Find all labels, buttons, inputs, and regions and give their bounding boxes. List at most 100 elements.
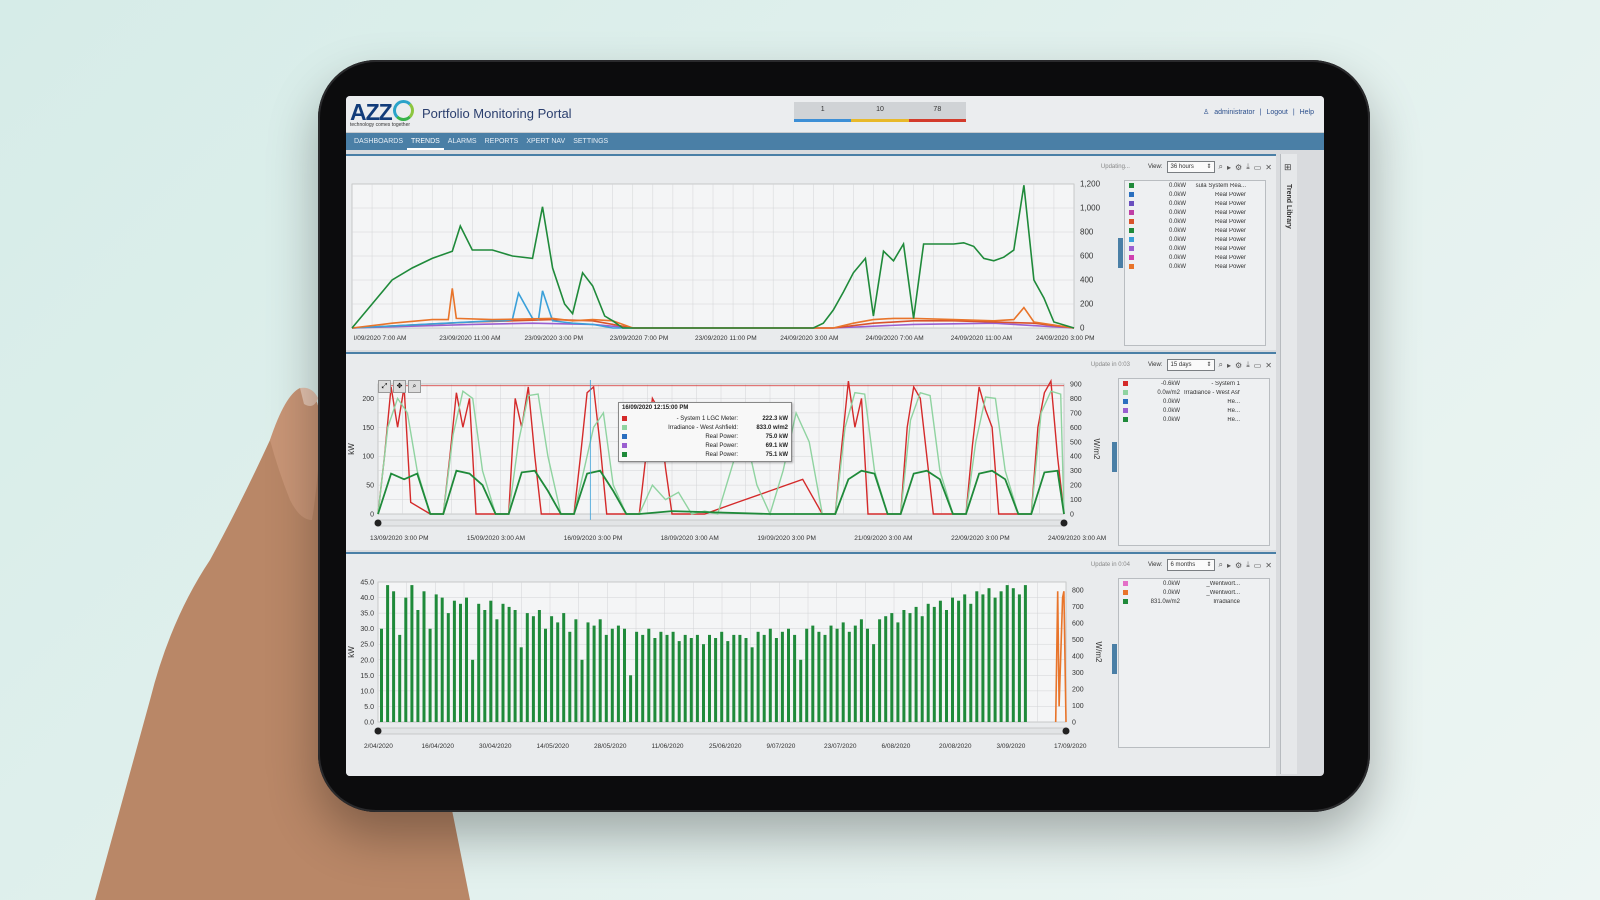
pan-icon[interactable]: ✥: [393, 380, 406, 393]
irradiance-bar: [568, 631, 572, 722]
irradiance-bar: [586, 622, 590, 722]
irradiance-bar: [629, 675, 633, 722]
legend-name: Irradiance: [1213, 598, 1240, 605]
view-select[interactable]: 6 months: [1166, 559, 1215, 571]
close-icon[interactable]: ✕: [1265, 361, 1272, 370]
irradiance-bar: [847, 631, 851, 722]
legend-swatch: [1123, 599, 1128, 604]
view-label: View:: [1147, 562, 1163, 568]
legend-row[interactable]: 0.0kW Real Power: [1125, 253, 1265, 262]
help-link[interactable]: Help: [1300, 109, 1314, 116]
legend-name: Re...: [1227, 398, 1240, 405]
legend-row[interactable]: 0.0kW Real Power: [1125, 262, 1265, 271]
panel-toolbar: Update in 0:03 View: 15 days ⌕ ▸ ⚙ ⤓ ▭ ✕: [1091, 358, 1272, 372]
legend-name: Real Power: [1214, 218, 1246, 225]
legend-swatch: [1129, 228, 1134, 233]
zoom-icon[interactable]: ⌕: [1219, 560, 1223, 570]
legend-row[interactable]: 831.0w/m2 Irradiance: [1119, 597, 1269, 606]
settings-icon[interactable]: ⚙: [1235, 163, 1242, 172]
settings-icon[interactable]: ⚙: [1235, 361, 1242, 370]
y2-tick-label: 100: [1072, 703, 1084, 710]
legend-row[interactable]: 0.0kW Real Power: [1125, 199, 1265, 208]
fit-icon[interactable]: ⤢: [378, 380, 391, 393]
irradiance-bar: [829, 625, 833, 722]
legend-row[interactable]: 0.0kW Real Power: [1125, 208, 1265, 217]
legend-row[interactable]: 0.0kW _Wentwort...: [1119, 579, 1269, 588]
download-icon[interactable]: ⤓: [1246, 560, 1250, 570]
legend-row[interactable]: 0.0kW Real Power: [1125, 226, 1265, 235]
counter-blue[interactable]: 1: [794, 102, 852, 122]
nav-trends[interactable]: TRENDS: [407, 133, 444, 150]
download-icon[interactable]: ⤓: [1246, 360, 1250, 370]
y2-tick-label: 700: [1072, 604, 1084, 611]
legend-collapse-handle[interactable]: [1112, 442, 1117, 472]
user-link[interactable]: administrator: [1214, 109, 1254, 116]
legend-name: _Wentwort...: [1206, 580, 1240, 587]
legend-row[interactable]: 0.0kW Real Power: [1125, 244, 1265, 253]
view-label: View:: [1147, 362, 1163, 368]
tooltip-label: Real Power:: [705, 451, 738, 458]
play-icon[interactable]: ▸: [1227, 361, 1231, 370]
separator: |: [1259, 109, 1262, 116]
maximize-icon[interactable]: ▭: [1254, 361, 1262, 370]
play-icon[interactable]: ▸: [1227, 561, 1231, 570]
nav-xpert-nav[interactable]: XPERT NAV: [522, 133, 569, 150]
counter-red[interactable]: 78: [908, 102, 966, 122]
nav-alarms[interactable]: ALARMS: [444, 133, 481, 150]
logo-tagline: technology comes together: [350, 122, 411, 128]
legend-row[interactable]: 0.0kW Re...: [1119, 406, 1269, 415]
trend-chart-6m[interactable]: 45.0 40.0 35.0 30.0 25.0 20.0 15.0 10.0 5.0 0.0 80…: [346, 554, 1111, 776]
legend-row[interactable]: 0.0kW Re...: [1119, 397, 1269, 406]
nav-dashboards[interactable]: DASHBOARDS: [350, 133, 407, 150]
zoom-in-icon[interactable]: ⌕: [408, 380, 421, 393]
y-tick-label: 10.0: [360, 688, 374, 695]
view-select[interactable]: 36 hours: [1166, 161, 1215, 173]
irradiance-bar: [987, 588, 991, 722]
tooltip-label: Real Power:: [705, 442, 738, 449]
logout-link[interactable]: Logout: [1266, 109, 1287, 116]
maximize-icon[interactable]: ▭: [1254, 163, 1262, 172]
tooltip-label: - System 1 LGC Meter:: [676, 415, 738, 422]
x-tick-label: 13/09/2020 3:00 PM: [370, 535, 429, 542]
settings-icon[interactable]: ⚙: [1235, 561, 1242, 570]
legend-row[interactable]: 0.0kW Real Power: [1125, 235, 1265, 244]
legend-name: Real Power: [1214, 191, 1246, 198]
irradiance-bar: [677, 641, 681, 722]
nav-reports[interactable]: REPORTS: [481, 133, 523, 150]
zoom-icon[interactable]: ⌕: [1219, 360, 1223, 370]
maximize-icon[interactable]: ▭: [1254, 561, 1262, 570]
library-add-icon[interactable]: ⊞: [1284, 162, 1292, 173]
legend-swatch: [1123, 408, 1128, 413]
trend-library-tab[interactable]: ⊞ Trend Library: [1280, 154, 1297, 774]
x-tick-label: 30/04/2020: [479, 743, 512, 750]
nav-settings[interactable]: SETTINGS: [569, 133, 612, 150]
tooltip-row: - System 1 LGC Meter: 222.3 kW: [622, 414, 788, 423]
zoom-icon[interactable]: ⌕: [1219, 162, 1223, 172]
tooltip-swatch: [622, 452, 627, 457]
app-screen: AZZ technology comes together Portfolio …: [346, 96, 1324, 776]
legend-row[interactable]: 0.0kW Real Power: [1125, 217, 1265, 226]
main-nav: DASHBOARDS TRENDS ALARMS REPORTS XPERT N…: [346, 133, 1324, 150]
close-icon[interactable]: ✕: [1265, 561, 1272, 570]
legend-row[interactable]: 0.0w/m2 Irradiance - West Ashfield: [1119, 388, 1269, 397]
legend-collapse-handle[interactable]: [1118, 238, 1123, 268]
legend-row[interactable]: 0.0kW Re...: [1119, 415, 1269, 424]
legend-row[interactable]: -0.6kW - System 1: [1119, 379, 1269, 388]
x-tick-label: 16/04/2020: [422, 743, 455, 750]
legend-row[interactable]: 0.0kW Real Power: [1125, 190, 1265, 199]
y2-axis-label: W/m2: [1092, 439, 1101, 460]
legend-row[interactable]: 0.0kW _Wentwort...: [1119, 588, 1269, 597]
close-icon[interactable]: ✕: [1265, 163, 1272, 172]
legend-row[interactable]: 0.0kW sula System Rea...: [1125, 181, 1265, 190]
play-icon[interactable]: ▸: [1227, 163, 1231, 172]
irradiance-bar: [446, 613, 450, 722]
irradiance-bar: [513, 610, 517, 722]
view-select[interactable]: 15 days: [1166, 359, 1215, 371]
trend-chart-36h[interactable]: 1,200 1,000 800 600 400 200 0 l/09/2020 7:00 AM…: [346, 156, 1116, 350]
counter-yellow[interactable]: 10: [851, 102, 909, 122]
tooltip-swatch: [622, 443, 627, 448]
download-icon[interactable]: ⤓: [1246, 162, 1250, 172]
irradiance-bar: [811, 625, 815, 722]
legend-collapse-handle[interactable]: [1112, 644, 1117, 674]
view-label: View:: [1147, 164, 1163, 170]
